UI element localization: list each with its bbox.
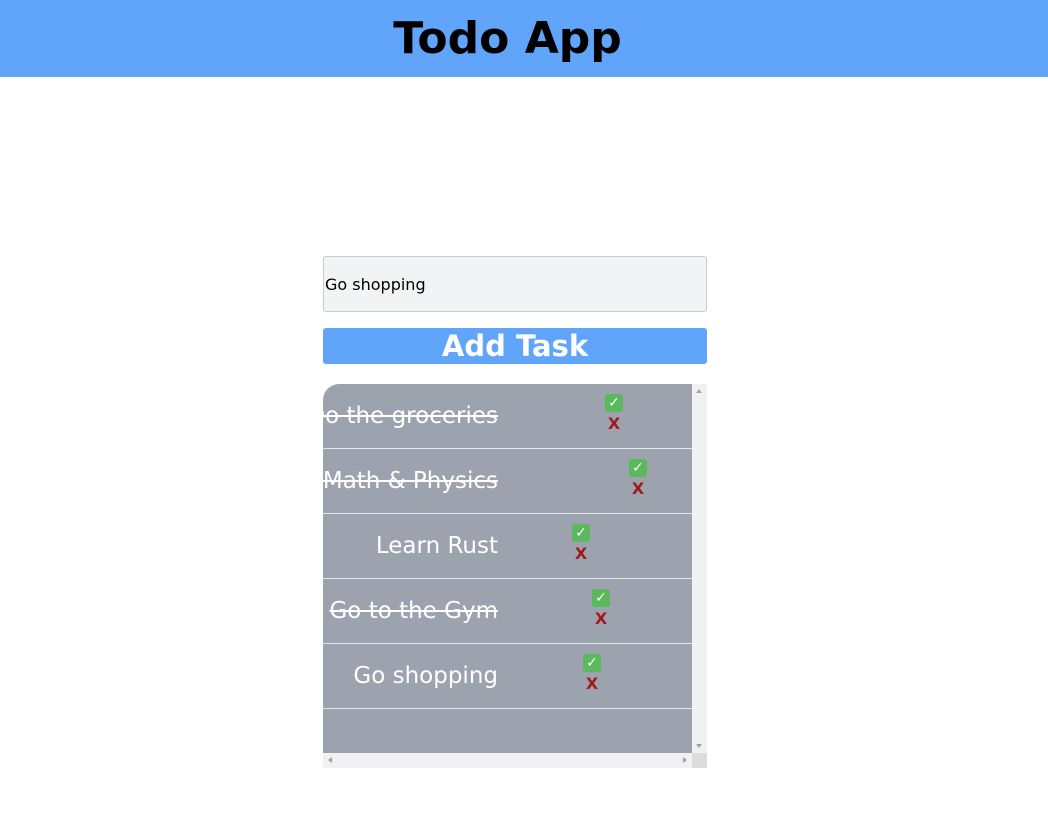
scroll-right-arrow-icon[interactable] (683, 757, 687, 763)
check-mark-button-icon[interactable]: ✓ (583, 654, 601, 672)
task-actions: ✓ X (581, 654, 603, 698)
task-text: Go shopping (353, 663, 498, 689)
check-mark-button-icon[interactable]: ✓ (592, 589, 610, 607)
scroll-up-arrow-icon[interactable] (696, 389, 702, 393)
task-list: Do the groceries ✓ X Learn Math & Physic… (323, 384, 692, 753)
task-item: Learn Math & Physics ✓ X (323, 449, 692, 514)
delete-button[interactable]: X (603, 415, 625, 433)
task-actions: ✓ X (570, 524, 592, 568)
check-mark-button-icon[interactable]: ✓ (629, 459, 647, 477)
delete-button[interactable]: X (581, 675, 603, 693)
add-task-button[interactable]: Add Task (323, 328, 707, 364)
task-text: Learn Math & Physics (323, 468, 498, 494)
horizontal-scrollbar[interactable] (323, 753, 692, 768)
delete-button[interactable]: X (627, 480, 649, 498)
scroll-left-arrow-icon[interactable] (328, 757, 332, 763)
task-text: Go to the Gym (329, 598, 498, 624)
task-actions: ✓ X (590, 589, 612, 633)
task-list-scroll-area[interactable]: Do the groceries ✓ X Learn Math & Physic… (323, 384, 707, 768)
check-mark-button-icon[interactable]: ✓ (572, 524, 590, 542)
task-text: Learn Rust (375, 533, 498, 559)
vertical-scrollbar[interactable] (692, 384, 707, 753)
delete-button[interactable]: X (570, 545, 592, 563)
task-item: Do the groceries ✓ X (323, 384, 692, 449)
task-actions: ✓ X (627, 459, 649, 503)
page-title: Todo App (393, 13, 622, 64)
check-mark-button-icon[interactable]: ✓ (605, 394, 623, 412)
app-header: Todo App (0, 0, 1048, 77)
scrollbar-corner (692, 753, 707, 768)
task-item: Go shopping ✓ X (323, 644, 692, 709)
scroll-down-arrow-icon[interactable] (696, 744, 702, 748)
task-item: Go to the Gym ✓ X (323, 579, 692, 644)
task-input[interactable] (323, 256, 707, 312)
task-actions: ✓ X (603, 394, 625, 438)
task-item: Learn Rust ✓ X (323, 514, 692, 579)
task-text: Do the groceries (323, 403, 498, 429)
delete-button[interactable]: X (590, 610, 612, 628)
